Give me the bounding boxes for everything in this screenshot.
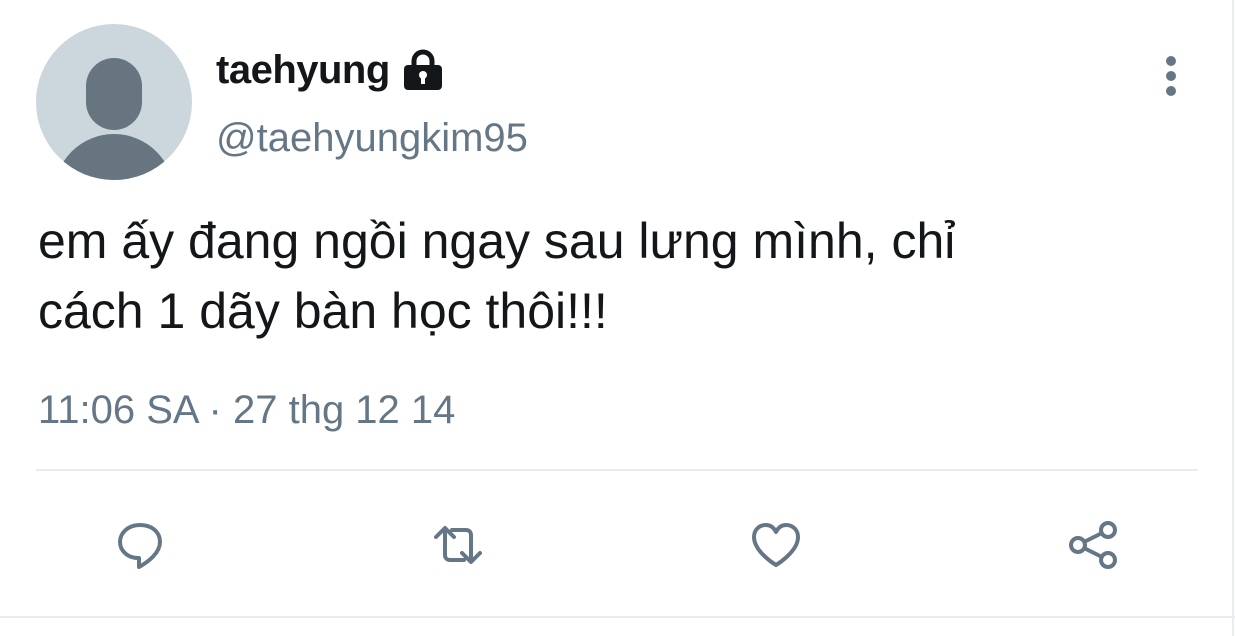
action-bar [0,505,1235,585]
more-options-icon[interactable] [1158,54,1184,98]
meta-separator: · [208,388,222,432]
retweet-icon [434,526,482,564]
lock-icon [400,48,446,92]
like-button[interactable] [736,505,816,585]
avatar-head [86,58,142,130]
share-icon [1069,521,1117,569]
tweet-timestamp[interactable]: 11:06 SA · 27 thg 12 14 [38,388,455,433]
avatar[interactable] [36,24,192,180]
right-border [1232,0,1234,636]
divider [36,469,1198,471]
reply-icon [118,523,162,569]
name-row: taehyung [216,42,446,98]
tweet-text: em ấy đang ngồi ngay sau lưng mình, chỉ … [38,213,956,339]
retweet-button[interactable] [418,505,498,585]
bottom-border [0,616,1235,618]
share-button[interactable] [1053,505,1133,585]
user-handle[interactable]: @taehyungkim95 [216,116,528,161]
tweet-card: taehyung @taehyungkim95 em ấy đang ngồi … [0,0,1235,636]
display-name[interactable]: taehyung [216,48,390,93]
tweet-time: 11:06 SA [38,388,198,432]
avatar-shoulders [54,134,174,180]
tweet-date: 27 thg 12 14 [232,388,456,432]
reply-button[interactable] [100,505,180,585]
heart-icon [752,523,800,567]
